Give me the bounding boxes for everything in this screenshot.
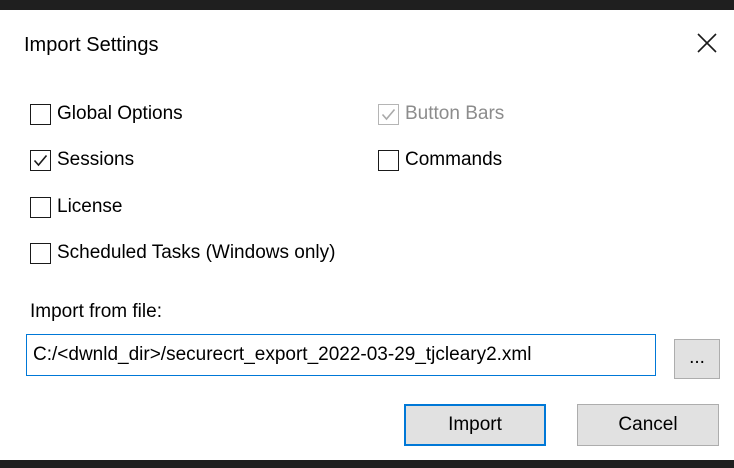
cancel-button[interactable]: Cancel — [577, 404, 719, 446]
license-label: License — [57, 196, 123, 217]
commands-checkbox[interactable]: Commands — [378, 146, 502, 174]
button-bars-label: Button Bars — [405, 103, 505, 124]
scheduled-tasks-checkbox-box[interactable] — [30, 242, 51, 264]
scheduled-tasks-label: Scheduled Tasks (Windows only) — [57, 242, 336, 263]
sessions-label: Sessions — [57, 149, 135, 170]
browse-button[interactable]: ... — [674, 339, 720, 379]
dialog-title: Import Settings — [24, 34, 159, 56]
close-button[interactable] — [688, 24, 726, 62]
import-file-label: Import from file: — [30, 301, 162, 322]
commands-checkbox-box[interactable] — [378, 149, 399, 171]
import-button[interactable]: Import — [404, 404, 546, 446]
global-options-checkbox-box[interactable] — [30, 103, 51, 125]
scheduled-tasks-checkbox[interactable]: Scheduled Tasks (Windows only) — [30, 239, 335, 267]
import-settings-dialog: Import Settings Global Options Button Ba… — [0, 10, 734, 460]
license-checkbox[interactable]: License — [30, 193, 123, 221]
button-bars-checkbox-box — [378, 103, 399, 125]
checkmark-icon — [381, 108, 396, 120]
close-icon — [697, 33, 717, 53]
global-options-checkbox[interactable]: Global Options — [30, 100, 183, 128]
commands-label: Commands — [405, 149, 503, 170]
sessions-checkbox-box[interactable] — [30, 149, 51, 171]
title-bar: Import Settings — [0, 10, 734, 78]
button-bars-checkbox: Button Bars — [378, 100, 504, 128]
license-checkbox-box[interactable] — [30, 196, 51, 218]
sessions-checkbox[interactable]: Sessions — [30, 146, 134, 174]
checkmark-icon — [33, 154, 48, 166]
global-options-label: Global Options — [57, 103, 183, 124]
import-file-path-input[interactable] — [26, 334, 656, 376]
